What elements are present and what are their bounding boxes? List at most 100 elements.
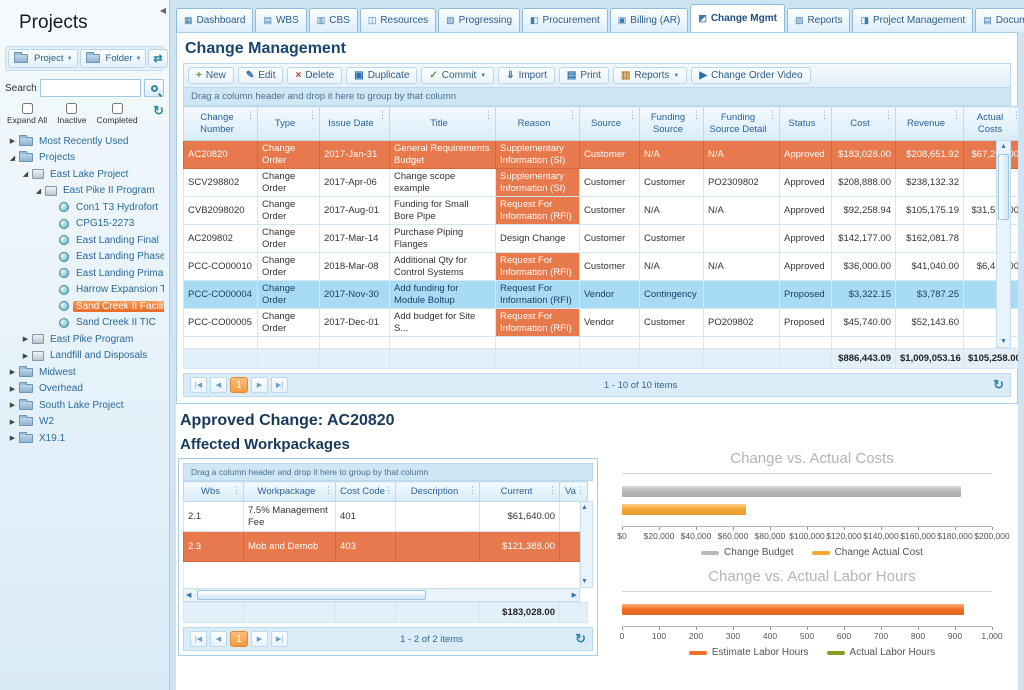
tree-item-harrow-expansion-t2[interactable]: Harrow Expansion T2 <box>5 282 164 299</box>
prev-page-icon[interactable]: ◀ <box>210 377 227 393</box>
tree-expander-icon[interactable]: ▶ <box>20 335 31 343</box>
expand-all-checkbox[interactable]: Expand All <box>7 103 47 125</box>
table-row[interactable]: PCC-CO00010Change Order2018-Mar-08Additi… <box>184 253 1019 281</box>
column-menu-icon[interactable]: ⋮ <box>468 485 477 496</box>
tree-item-x19-1[interactable]: ▶X19.1 <box>5 430 164 447</box>
delete-button[interactable]: ×Delete <box>287 67 342 84</box>
tree-item-sand-creek-ii-facility[interactable]: Sand Creek II Facility <box>5 298 164 315</box>
tab-wbs[interactable]: ▤WBS <box>255 8 306 32</box>
tab-progressing[interactable]: ▧Progressing <box>438 8 520 32</box>
scrollbar-thumb[interactable] <box>998 154 1009 220</box>
tree-item-projects[interactable]: ◢Projects <box>5 150 164 167</box>
commit-button[interactable]: ✓Commit▼ <box>421 67 494 84</box>
column-header-reason[interactable]: Reason⋮ <box>496 107 580 141</box>
tree-item-most-recently-used[interactable]: ▶Most Recently Used <box>5 133 164 150</box>
column-menu-icon[interactable]: ⋮ <box>568 110 577 121</box>
sidebar-collapse-icon[interactable]: ◀ <box>160 6 166 15</box>
folder-dropdown-button[interactable]: Folder ▼ <box>80 49 147 68</box>
tab-cbs[interactable]: ▥CBS <box>309 8 358 32</box>
tree-item-con1-t3-hydrofort[interactable]: Con1 T3 Hydrofort <box>5 199 164 216</box>
hscrollbar-thumb[interactable] <box>197 590 426 600</box>
column-header-funding-source[interactable]: Funding Source⋮ <box>640 107 704 141</box>
refresh-grid-icon[interactable]: ↻ <box>575 631 586 647</box>
tree-item-midwest[interactable]: ▶Midwest <box>5 364 164 381</box>
column-header-workpackage[interactable]: Workpackage⋮ <box>244 482 336 502</box>
first-page-icon[interactable]: |◀ <box>190 377 207 393</box>
horizontal-scrollbar[interactable]: ◀ ▶ <box>183 588 580 602</box>
current-page-button[interactable]: 1 <box>230 631 248 647</box>
tab-procurement[interactable]: ◧Procurement <box>522 8 608 32</box>
tree-item-east-lake-project[interactable]: ◢East Lake Project <box>5 166 164 183</box>
new-button[interactable]: +New <box>188 67 234 84</box>
column-menu-icon[interactable]: ⋮ <box>384 485 393 496</box>
inactive-checkbox-input[interactable] <box>66 103 77 114</box>
tree-item-east-landing-primary[interactable]: East Landing Primary <box>5 265 164 282</box>
column-menu-icon[interactable]: ⋮ <box>768 110 777 121</box>
first-page-icon[interactable]: |◀ <box>190 631 207 647</box>
refresh-tree-icon[interactable]: ↻ <box>153 103 164 119</box>
wp-group-by-bar[interactable]: Drag a column header and drop it here to… <box>183 463 593 481</box>
column-menu-icon[interactable]: ⋮ <box>628 110 637 121</box>
column-menu-icon[interactable]: ⋮ <box>324 485 333 496</box>
column-menu-icon[interactable]: ⋮ <box>378 110 387 121</box>
table-row[interactable]: 2.17.5% Management Fee401$61,640.00 <box>184 502 588 532</box>
column-menu-icon[interactable]: ⋮ <box>820 110 829 121</box>
column-header-description[interactable]: Description⋮ <box>396 482 480 502</box>
group-by-bar[interactable]: Drag a column header and drop it here to… <box>183 88 1011 106</box>
vertical-scrollbar[interactable]: ▲ ▼ <box>996 140 1011 348</box>
tab-dashboard[interactable]: ▦Dashboard <box>176 8 253 32</box>
column-header-funding-source-detail[interactable]: Funding Source Detail⋮ <box>704 107 780 141</box>
tree-item-cpg15-2273[interactable]: CPG15-2273 <box>5 216 164 233</box>
duplicate-button[interactable]: ▣Duplicate <box>346 67 417 84</box>
column-header-change-number[interactable]: Change Number⋮ <box>184 107 258 141</box>
tab-project-management[interactable]: ◨Project Management <box>852 8 973 32</box>
search-button[interactable] <box>144 79 164 97</box>
tab-billing-ar[interactable]: ▣Billing (AR) <box>610 8 689 32</box>
table-row[interactable]: CVB2098020Change Order2017-Aug-01Funding… <box>184 197 1019 225</box>
next-page-icon[interactable]: ▶ <box>251 631 268 647</box>
completed-checkbox-input[interactable] <box>112 103 123 114</box>
tab-reports[interactable]: ▨Reports <box>787 8 851 32</box>
table-row[interactable]: 2.3Mob and Demob403$121,388.00 <box>184 532 588 562</box>
prev-page-icon[interactable]: ◀ <box>210 631 227 647</box>
column-header-type[interactable]: Type⋮ <box>258 107 320 141</box>
column-header-cost-code[interactable]: Cost Code⋮ <box>336 482 396 502</box>
tree-expander-icon[interactable]: ▶ <box>7 401 18 409</box>
column-menu-icon[interactable]: ⋮ <box>484 110 493 121</box>
table-row[interactable]: PCC-CO00005Change Order2017-Dec-01Add bu… <box>184 309 1019 337</box>
tab-documents[interactable]: ▤Documents <box>975 8 1024 32</box>
column-header-issue-date[interactable]: Issue Date⋮ <box>320 107 390 141</box>
table-row[interactable]: AC20820Change Order2017-Jan-31General Re… <box>184 141 1019 169</box>
column-menu-icon[interactable]: ⋮ <box>692 110 701 121</box>
wp-vertical-scrollbar[interactable]: ▲ ▼ <box>580 501 593 588</box>
tree-expander-icon[interactable]: ▶ <box>7 434 18 442</box>
tree-item-east-landing-phase-iii[interactable]: East Landing Phase III <box>5 249 164 266</box>
completed-checkbox[interactable]: Completed <box>96 103 137 125</box>
refresh-grid-icon[interactable]: ↻ <box>993 377 1004 393</box>
column-header-actual-costs[interactable]: Actual Costs⋮ <box>964 107 1019 141</box>
project-dropdown-button[interactable]: Project ▼ <box>8 49 78 68</box>
tab-change-mgmt[interactable]: ◩Change Mgmt <box>690 4 785 32</box>
column-menu-icon[interactable]: ⋮ <box>1012 110 1018 121</box>
tree-expander-icon[interactable]: ▶ <box>7 368 18 376</box>
column-header-current[interactable]: Current⋮ <box>480 482 560 502</box>
inactive-checkbox[interactable]: Inactive <box>57 103 86 125</box>
next-page-icon[interactable]: ▶ <box>251 377 268 393</box>
scroll-right-icon[interactable]: ▶ <box>572 591 577 599</box>
tree-item-w2[interactable]: ▶W2 <box>5 414 164 431</box>
table-row[interactable]: AC209802Change Order2017-Mar-14Purchase … <box>184 225 1019 253</box>
import-button[interactable]: ⇓Import <box>498 67 555 84</box>
edit-button[interactable]: ✎Edit <box>238 67 284 84</box>
print-button[interactable]: ▤Print <box>559 67 609 84</box>
sync-button[interactable]: ⇄ <box>148 49 167 68</box>
current-page-button[interactable]: 1 <box>230 377 248 393</box>
table-row[interactable]: PCC-CO00004Change Order2017-Nov-30Add fu… <box>184 281 1019 309</box>
column-menu-icon[interactable]: ⋮ <box>884 110 893 121</box>
tree-item-south-lake-project[interactable]: ▶South Lake Project <box>5 397 164 414</box>
tab-resources[interactable]: ◫Resources <box>360 8 436 32</box>
column-menu-icon[interactable]: ⋮ <box>548 485 557 496</box>
reports-button[interactable]: ▥Reports▼ <box>613 67 687 84</box>
scroll-down-icon[interactable]: ▼ <box>581 576 592 587</box>
column-menu-icon[interactable]: ⋮ <box>952 110 961 121</box>
tree-expander-icon[interactable]: ▶ <box>7 418 18 426</box>
